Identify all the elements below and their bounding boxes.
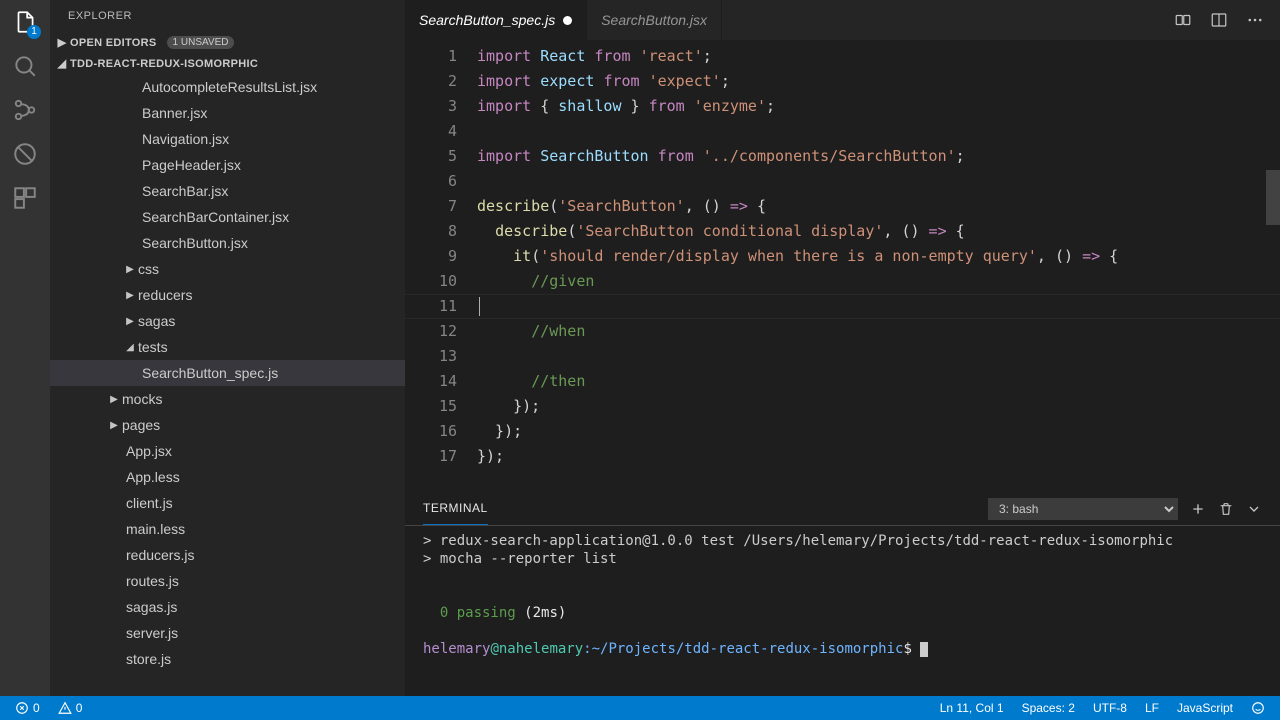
open-editors-header[interactable]: ▶ OPEN EDITORS 1 UNSAVED	[50, 32, 405, 53]
tree-row[interactable]: PageHeader.jsx	[50, 152, 405, 178]
tree-row[interactable]: ▶sagas	[50, 308, 405, 334]
open-editors-label: OPEN EDITORS	[70, 37, 157, 49]
status-encoding[interactable]: UTF-8	[1088, 701, 1132, 715]
sidebar: EXPLORER ▶ OPEN EDITORS 1 UNSAVED ◢ TDD-…	[50, 0, 405, 696]
terminal-select[interactable]: 3: bash	[988, 498, 1178, 520]
tree-row[interactable]: SearchButton_spec.js	[50, 360, 405, 386]
status-feedback-icon[interactable]	[1246, 701, 1270, 715]
tree-row[interactable]: client.js	[50, 490, 405, 516]
debug-icon[interactable]	[11, 140, 39, 168]
overview-ruler[interactable]	[1266, 40, 1280, 491]
terminal-toggle-icon[interactable]	[1246, 501, 1262, 517]
status-bar: 0 0 Ln 11, Col 1 Spaces: 2 UTF-8 LF Java…	[0, 696, 1280, 720]
project-header[interactable]: ◢ TDD-REACT-REDUX-ISOMORPHIC	[50, 53, 405, 74]
compare-icon[interactable]	[1174, 11, 1192, 29]
tree-row[interactable]: Navigation.jsx	[50, 126, 405, 152]
tree-row[interactable]: ▶mocks	[50, 386, 405, 412]
gutter: 1234567891011121314151617	[405, 40, 477, 491]
tree-row[interactable]: App.jsx	[50, 438, 405, 464]
extensions-icon[interactable]	[11, 184, 39, 212]
scm-icon[interactable]	[11, 96, 39, 124]
explorer-icon[interactable]: 1	[11, 8, 39, 36]
status-warnings[interactable]: 0	[53, 701, 88, 715]
tree-row[interactable]: AutocompleteResultsList.jsx	[50, 74, 405, 100]
tree-row[interactable]: routes.js	[50, 568, 405, 594]
terminal-panel: TERMINAL 3: bash > redux-search-applicat…	[405, 491, 1280, 696]
tree-row[interactable]: store.js	[50, 646, 405, 672]
more-icon[interactable]	[1246, 11, 1264, 29]
tab-inactive-label: SearchButton.jsx	[601, 12, 707, 28]
terminal-new-icon[interactable]	[1190, 501, 1206, 517]
status-errors[interactable]: 0	[10, 701, 45, 715]
terminal-title[interactable]: TERMINAL	[423, 492, 488, 525]
tree-row[interactable]: main.less	[50, 516, 405, 542]
sidebar-title: EXPLORER	[50, 0, 405, 32]
code[interactable]: import React from 'react'; import expect…	[477, 40, 1280, 491]
tree-row[interactable]: Banner.jsx	[50, 100, 405, 126]
status-eol[interactable]: LF	[1140, 701, 1164, 715]
file-tree[interactable]: AutocompleteResultsList.jsxBanner.jsxNav…	[50, 74, 405, 696]
status-spaces[interactable]: Spaces: 2	[1017, 701, 1080, 715]
search-icon[interactable]	[11, 52, 39, 80]
tab-dirty-dot	[563, 16, 572, 25]
editor[interactable]: 1234567891011121314151617 import React f…	[405, 40, 1280, 491]
terminal-kill-icon[interactable]	[1218, 501, 1234, 517]
tree-row[interactable]: App.less	[50, 464, 405, 490]
tab-active[interactable]: SearchButton_spec.js	[405, 0, 587, 40]
tree-row[interactable]: SearchButton.jsx	[50, 230, 405, 256]
tab-active-label: SearchButton_spec.js	[419, 12, 555, 28]
tab-bar: SearchButton_spec.js SearchButton.jsx	[405, 0, 1280, 40]
tree-row[interactable]: ▶css	[50, 256, 405, 282]
terminal-body[interactable]: > redux-search-application@1.0.0 test /U…	[405, 526, 1280, 696]
status-lang[interactable]: JavaScript	[1172, 701, 1238, 715]
split-icon[interactable]	[1210, 11, 1228, 29]
editor-area: SearchButton_spec.js SearchButton.jsx 12…	[405, 0, 1280, 696]
unsaved-pill: 1 UNSAVED	[167, 36, 235, 49]
tree-row[interactable]: ▶pages	[50, 412, 405, 438]
project-name: TDD-REACT-REDUX-ISOMORPHIC	[70, 58, 258, 70]
status-lncol[interactable]: Ln 11, Col 1	[935, 701, 1009, 715]
explorer-badge: 1	[27, 25, 41, 39]
tree-row[interactable]: sagas.js	[50, 594, 405, 620]
tree-row[interactable]: ▶reducers	[50, 282, 405, 308]
tree-row[interactable]: SearchBarContainer.jsx	[50, 204, 405, 230]
tree-row[interactable]: SearchBar.jsx	[50, 178, 405, 204]
tree-row[interactable]: reducers.js	[50, 542, 405, 568]
tree-row[interactable]: ◢tests	[50, 334, 405, 360]
tree-row[interactable]: server.js	[50, 620, 405, 646]
tab-inactive[interactable]: SearchButton.jsx	[587, 0, 722, 40]
activity-bar: 1	[0, 0, 50, 696]
